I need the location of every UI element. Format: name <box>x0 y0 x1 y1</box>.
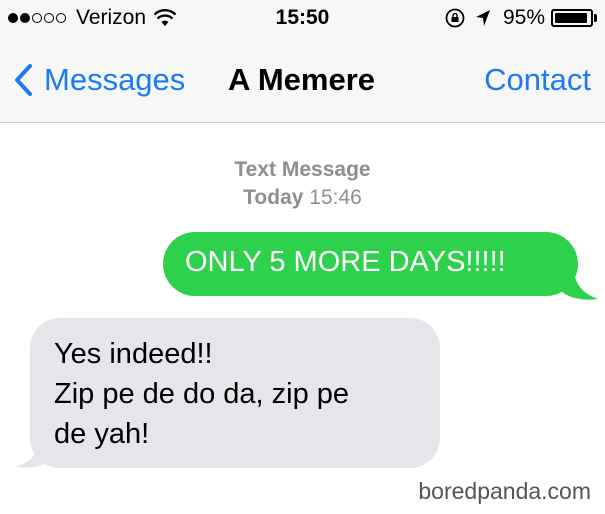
incoming-message-line: Yes indeed!! <box>54 338 213 370</box>
outgoing-message-text: ONLY 5 MORE DAYS!!!!! <box>185 246 506 278</box>
back-button[interactable]: Messages <box>12 62 185 98</box>
message-timestamp: Today 15:46 <box>0 184 605 212</box>
battery-icon <box>551 9 593 27</box>
incoming-message-line: de yah! <box>54 418 150 450</box>
status-bar: Verizon 15:50 95% <box>0 0 605 40</box>
incoming-message-bubble[interactable]: Yes indeed!! Zip pe de do da, zip pe de … <box>30 318 440 468</box>
watermark: boredpanda.com <box>418 478 591 504</box>
back-button-label: Messages <box>44 62 186 97</box>
navigation-bar: Messages A Memere Contact <box>0 40 605 123</box>
incoming-message-line: Zip pe de do da, zip pe <box>54 378 350 410</box>
timestamp-day: Today <box>243 186 304 209</box>
chevron-left-icon <box>15 64 32 96</box>
timestamp-time: 15:46 <box>309 186 362 209</box>
battery-fill <box>555 13 588 23</box>
rotation-lock-icon <box>445 8 465 28</box>
contact-button[interactable]: Contact <box>484 62 591 98</box>
conversation-title: A Memere <box>228 62 376 97</box>
status-right: 95% <box>445 6 597 30</box>
message-type-label: Text Message <box>234 158 371 181</box>
location-arrow-icon <box>475 10 490 26</box>
outgoing-message-bubble[interactable]: ONLY 5 MORE DAYS!!!!! <box>163 232 578 296</box>
conversation-header: Text Message Today 15:46 <box>0 156 605 212</box>
battery-percentage: 95% <box>502 6 545 29</box>
battery-tip <box>594 14 597 22</box>
